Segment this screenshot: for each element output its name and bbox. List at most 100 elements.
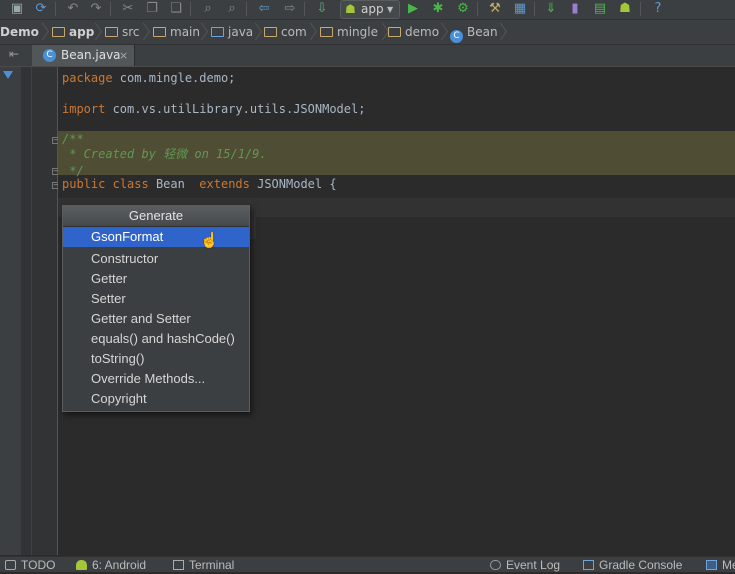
keyword: extends (199, 177, 250, 191)
menu-item-setter[interactable]: Setter (63, 289, 249, 309)
android-icon (76, 560, 87, 570)
project-tool-window-icon[interactable] (3, 71, 13, 79)
sdk-manager-icon[interactable]: ⇓ (543, 1, 559, 17)
breadcrumb-label: com (281, 25, 307, 39)
android-tool-button[interactable]: 6: Android (76, 557, 146, 572)
copy-icon[interactable]: ❐ (144, 1, 160, 17)
make-project-icon[interactable]: ⇩ (314, 1, 330, 17)
menu-item-copyright[interactable]: Copyright (63, 389, 249, 409)
run-icon[interactable]: ▶ (405, 1, 421, 17)
keyword: public (62, 177, 106, 191)
toolbar-separator (55, 2, 56, 16)
avd-manager-icon[interactable]: ▮ (567, 1, 583, 17)
project-structure-icon[interactable]: ⚒ (487, 1, 503, 17)
source-folder-icon (211, 27, 224, 37)
toolbar-separator (190, 2, 191, 16)
breadcrumb-item-bean[interactable]: C Bean (450, 20, 498, 44)
breadcrumb-chevron-icon (253, 23, 259, 41)
menu-item-override-methods[interactable]: Override Methods... (63, 369, 249, 389)
breadcrumb-chevron-icon (141, 23, 147, 41)
main-toolbar: ▣ ⟳ ↶ ↷ ✂ ❐ ❏ ⌕ ⌕ ⇦ ⇨ ⇩ ☗ app ▼ ▶ ✱ ⚙ ⚒ … (0, 0, 735, 20)
help-icon[interactable]: ? (650, 1, 666, 17)
forward-icon[interactable]: ⇨ (282, 1, 298, 17)
tool-window-bar: TODO 6: Android Terminal Event Log Gradl… (0, 556, 735, 572)
code-text: com.vs.utilLibrary.utils.JSONModel; (105, 102, 366, 116)
breadcrumb-item-mingle[interactable]: mingle (320, 20, 378, 44)
tool-label: Terminal (189, 558, 235, 572)
breadcrumb-item-demo-package[interactable]: demo (388, 20, 439, 44)
gradle-console-tool-button[interactable]: Gradle Console (583, 557, 682, 572)
chevron-down-icon: ▼ (387, 5, 394, 14)
menu-item-getter[interactable]: Getter (63, 269, 249, 289)
cut-icon[interactable]: ✂ (120, 1, 136, 17)
terminal-tool-button[interactable]: Terminal (173, 557, 234, 572)
tool-label: 6: Android (92, 558, 147, 572)
toolbar-separator (246, 2, 247, 16)
tool-label: TODO (21, 558, 56, 572)
folder-icon (105, 27, 118, 37)
redo-icon[interactable]: ↷ (88, 1, 104, 17)
breadcrumb-chevron-icon (498, 23, 504, 41)
code-text: Bean (148, 177, 200, 191)
android-device-monitor-icon[interactable]: ▤ (592, 1, 608, 17)
paste-icon[interactable]: ❏ (168, 1, 184, 17)
module-folder-icon (52, 27, 65, 37)
tool-label: Gradle Console (599, 558, 683, 572)
menu-item-getter-and-setter[interactable]: Getter and Setter (63, 309, 249, 329)
breadcrumb-label: demo (405, 25, 440, 39)
tab-bean-java[interactable]: C Bean.java × (32, 45, 135, 66)
close-icon[interactable]: × (119, 45, 128, 66)
todo-icon (5, 560, 16, 570)
tab-label: Bean.java (61, 48, 121, 62)
gutter-divider (31, 67, 32, 555)
code-text: com.mingle.demo; (112, 71, 236, 85)
hand-pointer-icon: ☝ (200, 232, 219, 249)
package-icon (320, 27, 333, 37)
back-icon[interactable]: ⇦ (256, 1, 272, 17)
find-icon[interactable]: ⌕ (200, 1, 216, 17)
save-icon[interactable]: ▣ (9, 1, 25, 17)
debug-icon[interactable]: ✱ (430, 1, 446, 17)
replace-icon[interactable]: ⌕ (224, 1, 240, 17)
folder-icon (153, 27, 166, 37)
breadcrumb-label: mingle (337, 25, 378, 39)
sync-icon[interactable]: ⟳ (33, 1, 49, 17)
toolbar-separator (534, 2, 535, 16)
breadcrumb-item-main[interactable]: main (153, 20, 200, 44)
structure-icon[interactable]: ▦ (512, 1, 528, 17)
breadcrumb-item-java[interactable]: java (211, 20, 253, 44)
event-log-icon (490, 560, 501, 570)
breadcrumb-item-demo[interactable]: Demo (0, 20, 39, 44)
android-icon[interactable]: ☗ (617, 1, 633, 17)
toolbar-separator (640, 2, 641, 16)
code-text: JSONModel { (249, 177, 337, 191)
toolbar-separator (477, 2, 478, 16)
undo-icon[interactable]: ↶ (65, 1, 81, 17)
attach-debugger-icon[interactable]: ⚙ (455, 1, 471, 17)
toolbar-separator (110, 2, 111, 16)
run-configuration-label: app (361, 2, 384, 16)
pin-tabs-icon[interactable]: ⇤ (9, 47, 19, 61)
breadcrumb-chevron-icon (40, 23, 46, 41)
menu-item-gsonformat[interactable]: GsonFormat (63, 227, 249, 247)
breadcrumb-chevron-icon (308, 23, 314, 41)
popup-title: Generate (63, 206, 249, 227)
class-icon: C (450, 30, 463, 43)
messages-tool-button[interactable]: Me (706, 557, 735, 572)
code-line-class-declaration: public class Bean extends JSONModel { (62, 174, 337, 194)
run-configuration-dropdown[interactable]: ☗ app ▼ (340, 0, 400, 19)
breadcrumb-chevron-icon (199, 23, 205, 41)
keyword: import (62, 102, 106, 116)
code-line-package: package com.mingle.demo; (62, 68, 235, 88)
menu-item-equals-hashcode[interactable]: equals() and hashCode() (63, 329, 249, 349)
package-icon (264, 27, 277, 37)
menu-item-constructor[interactable]: Constructor (63, 249, 249, 269)
breadcrumb-item-com[interactable]: com (264, 20, 307, 44)
toolbar-separator (304, 2, 305, 16)
breadcrumb-item-app[interactable]: app (52, 20, 94, 44)
event-log-tool-button[interactable]: Event Log (490, 557, 560, 572)
breadcrumb-label: Bean (467, 25, 498, 39)
breadcrumb-item-src[interactable]: src (105, 20, 140, 44)
menu-item-tostring[interactable]: toString() (63, 349, 249, 369)
todo-tool-button[interactable]: TODO (5, 557, 55, 572)
